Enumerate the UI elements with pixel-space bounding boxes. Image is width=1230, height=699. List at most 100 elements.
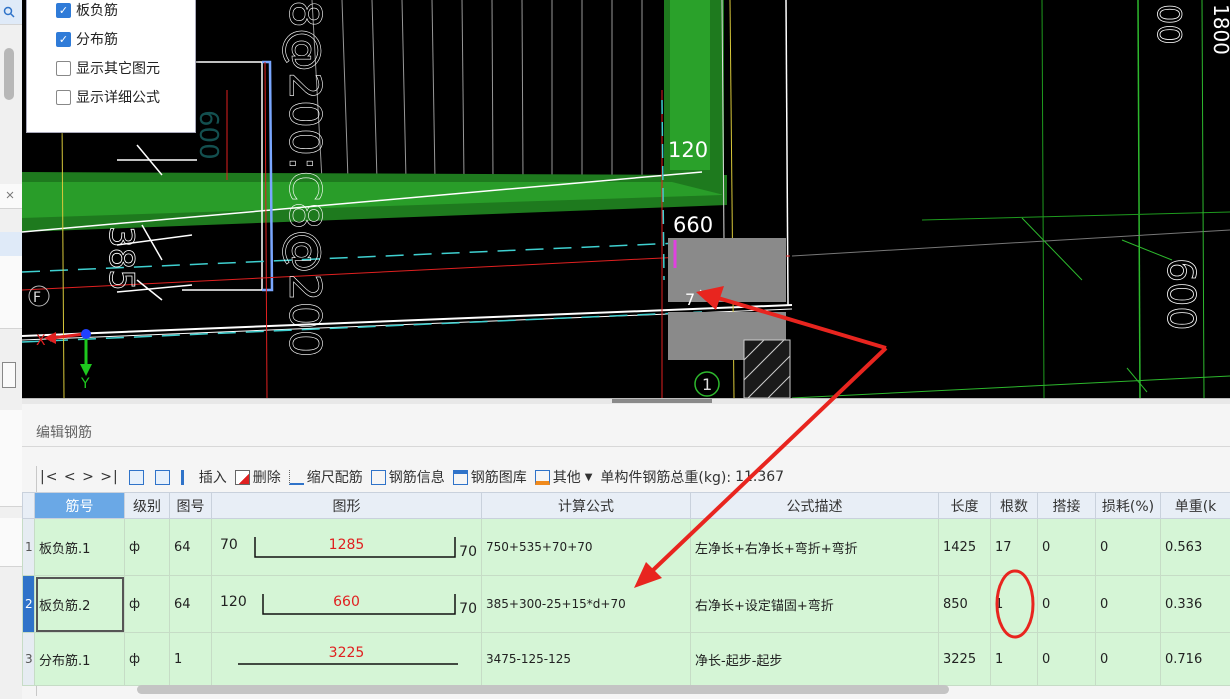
- cell-length[interactable]: 3225: [938, 632, 991, 686]
- search-icon-cell[interactable]: [0, 0, 22, 25]
- cell-grade[interactable]: ф: [124, 518, 170, 576]
- layer-item-detail-formula[interactable]: 显示详细公式: [56, 87, 160, 107]
- checkbox-checked-icon[interactable]: ✓: [56, 2, 71, 18]
- column-header[interactable]: 搭接: [1037, 492, 1096, 519]
- axis-bubble-1: 1: [702, 375, 712, 394]
- panel-title: 编辑钢筋: [36, 425, 92, 441]
- left-item[interactable]: [0, 434, 22, 459]
- cell-count[interactable]: 17: [990, 518, 1038, 576]
- cell-lap[interactable]: 0: [1037, 575, 1096, 633]
- rebar-info-button[interactable]: 钢筋信息: [370, 467, 445, 487]
- table-row[interactable]: 1 板负筋.1 ф 64 70 1285 70 750+535+70+70 左净…: [22, 518, 1230, 576]
- column-header[interactable]: 根数: [990, 492, 1038, 519]
- left-item[interactable]: [0, 410, 22, 435]
- column-header[interactable]: 长度: [938, 492, 991, 519]
- cell-name[interactable]: 分布筋.1: [34, 632, 125, 686]
- cell-formula[interactable]: 3475-125-125: [481, 632, 691, 686]
- cell-grade[interactable]: ф: [124, 575, 170, 633]
- shape-mid-dim: 660: [333, 594, 360, 610]
- left-item-selected[interactable]: [0, 232, 22, 257]
- cell-count[interactable]: 1: [990, 575, 1038, 633]
- dim-00-text: 00: [1150, 4, 1188, 45]
- cell-unit-weight[interactable]: 0.716: [1160, 632, 1230, 686]
- move-up-button[interactable]: [128, 469, 147, 485]
- other-label: 其他: [552, 470, 581, 486]
- column-header[interactable]: 图形: [211, 492, 482, 519]
- layer-item-slab-negative[interactable]: ✓ 板负筋: [56, 0, 118, 20]
- cell-length[interactable]: 850: [938, 575, 991, 633]
- arrow-up-icon: [128, 469, 144, 485]
- layer-item-other-elements[interactable]: 显示其它图元: [56, 58, 160, 78]
- column-header[interactable]: 图号: [169, 492, 212, 519]
- checkbox-unchecked-icon[interactable]: [56, 89, 71, 105]
- left-item[interactable]: [0, 458, 22, 483]
- cell-name[interactable]: 板负筋.1: [34, 518, 125, 576]
- cell-loss[interactable]: 0: [1095, 518, 1161, 576]
- column-header[interactable]: 计算公式: [481, 492, 691, 519]
- cell-grade[interactable]: ф: [124, 632, 170, 686]
- cell-shape[interactable]: 3225: [211, 632, 482, 686]
- cell-lap[interactable]: 0: [1037, 632, 1096, 686]
- rebar-library-button[interactable]: 钢筋图库: [452, 467, 527, 487]
- cell-fig[interactable]: 64: [169, 518, 212, 576]
- move-down-button[interactable]: [154, 469, 173, 485]
- left-input[interactable]: [2, 362, 16, 388]
- dim-660-text: 660: [673, 213, 713, 237]
- other-menu-button[interactable]: 其他 ▼: [534, 467, 592, 487]
- cell-lap[interactable]: 0: [1037, 518, 1096, 576]
- cell-desc[interactable]: 右净长+设定锚固+弯折: [690, 575, 939, 633]
- delete-button[interactable]: 删除: [234, 467, 281, 487]
- cell-fig[interactable]: 64: [169, 575, 212, 633]
- shape-mid-dim: 1285: [328, 537, 365, 553]
- column-header[interactable]: 公式描述: [690, 492, 939, 519]
- layer-item-distribution[interactable]: ✓ 分布筋: [56, 29, 118, 49]
- left-item[interactable]: [0, 518, 22, 543]
- cell-desc[interactable]: 左净长+右净长+弯折+弯折: [690, 518, 939, 576]
- horizontal-scrollbar[interactable]: [137, 685, 949, 694]
- delete-label: 删除: [252, 470, 281, 486]
- checkbox-checked-icon[interactable]: ✓: [56, 31, 71, 47]
- layer-item-label: 显示其它图元: [76, 61, 160, 77]
- column-header[interactable]: 单重(k: [1160, 492, 1230, 519]
- cell-fig[interactable]: 1: [169, 632, 212, 686]
- checkbox-unchecked-icon[interactable]: [56, 60, 71, 76]
- left-item[interactable]: [0, 280, 22, 305]
- total-weight-value: 11.367: [735, 469, 785, 485]
- left-item[interactable]: [0, 542, 22, 567]
- delete-icon: [234, 469, 250, 485]
- scale-rebar-button[interactable]: 缩尺配筋: [288, 467, 363, 487]
- cell-shape[interactable]: 70 1285 70: [211, 518, 482, 576]
- dim-385-text: 385: [101, 226, 141, 291]
- close-icon-cell[interactable]: [0, 184, 22, 209]
- cell-count[interactable]: 1: [990, 632, 1038, 686]
- cad-canvas[interactable]: 8@200:C8@200 600 385 120 660 7 600 1800 …: [22, 0, 1230, 398]
- cell-unit-weight[interactable]: 0.336: [1160, 575, 1230, 633]
- cell-desc[interactable]: 净长-起步-起步: [690, 632, 939, 686]
- cell-formula[interactable]: 750+535+70+70: [481, 518, 691, 576]
- left-item[interactable]: [0, 256, 22, 281]
- left-side-panel: [0, 0, 23, 699]
- left-scrollbar[interactable]: [4, 48, 14, 100]
- table-row[interactable]: 2 板负筋.2 ф 64 120 660 70 385+300-25+15*d+…: [22, 575, 1230, 633]
- cell-formula[interactable]: 385+300-25+15*d+70: [481, 575, 691, 633]
- cell-loss[interactable]: 0: [1095, 575, 1161, 633]
- column-header[interactable]: 损耗(%): [1095, 492, 1161, 519]
- table-header-row: 筋号 级别 图号 图形 计算公式 公式描述 长度 根数 搭接 损耗(%) 单重(…: [22, 492, 1230, 519]
- table-row[interactable]: 3 分布筋.1 ф 1 3225 3475-125-125 净长-起步-起步 3…: [22, 632, 1230, 686]
- cell-loss[interactable]: 0: [1095, 632, 1161, 686]
- record-nav-buttons[interactable]: |< < > >|: [40, 469, 119, 485]
- splitter-grip[interactable]: [612, 399, 712, 403]
- cell-name[interactable]: 板负筋.2: [34, 575, 125, 633]
- column-header[interactable]: 级别: [124, 492, 170, 519]
- left-item[interactable]: [0, 482, 22, 507]
- cad-drawing: 8@200:C8@200 600 385 120 660 7 600 1800 …: [22, 0, 1230, 398]
- layer-item-label: 板负筋: [76, 3, 118, 19]
- cell-unit-weight[interactable]: 0.563: [1160, 518, 1230, 576]
- column-header[interactable]: 筋号: [34, 492, 125, 519]
- left-item[interactable]: [0, 304, 22, 329]
- library-icon: [452, 469, 468, 485]
- cell-shape[interactable]: 120 660 70: [211, 575, 482, 633]
- axis-x-label: X: [36, 333, 46, 349]
- insert-button[interactable]: 插入: [180, 467, 227, 487]
- cell-length[interactable]: 1425: [938, 518, 991, 576]
